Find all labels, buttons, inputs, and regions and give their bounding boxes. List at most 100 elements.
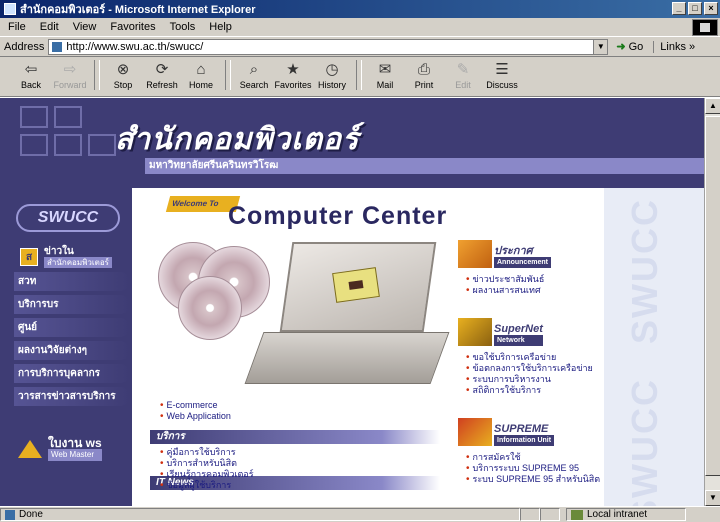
intranet-zone-icon: [571, 509, 583, 520]
watermark-text: SWUCC: [624, 198, 665, 344]
print-button[interactable]: ⎙ Print: [405, 60, 443, 90]
services-header: บริการ: [150, 430, 440, 444]
toolbar-label: Print: [414, 80, 434, 90]
scroll-down-icon[interactable]: ▼: [705, 490, 720, 506]
supreme-link[interactable]: ระบบ SUPREME 95 สำหรับนิสิต: [466, 474, 601, 485]
print-icon: ⎙: [417, 61, 430, 78]
menu-tools[interactable]: Tools: [170, 21, 196, 33]
supreme-link[interactable]: การสมัครใช้: [466, 452, 600, 463]
search-button[interactable]: ⌕ Search: [235, 60, 273, 90]
it-news-link[interactable]: Web Application: [160, 411, 231, 422]
history-icon: ◷: [325, 61, 339, 78]
menu-edit[interactable]: Edit: [40, 21, 59, 33]
edit-button[interactable]: ✎ Edit: [444, 60, 482, 90]
service-link[interactable]: เรียนรู้การคอมพิวเตอร์: [160, 469, 254, 480]
toolbar-label: Refresh: [146, 80, 178, 90]
nav-item-3[interactable]: ศูนย์: [14, 318, 130, 337]
toolbar-label: Back: [20, 80, 41, 90]
discuss-icon: ☰: [495, 61, 509, 78]
stop-button[interactable]: ⊗ Stop: [104, 60, 142, 90]
address-input[interactable]: http://www.swu.ac.th/swucc/ ▼: [48, 38, 609, 55]
supernet-link[interactable]: ขอใช้บริการเครือข่าย: [466, 352, 593, 363]
mail-icon: ✉: [378, 61, 392, 78]
page-icon: [52, 41, 63, 52]
menu-help[interactable]: Help: [209, 21, 232, 33]
grid-logo-icon: [20, 106, 120, 178]
chevron-down-icon[interactable]: ▼: [593, 39, 608, 54]
supreme-header[interactable]: SUPREME Information Unit: [458, 418, 555, 446]
history-button[interactable]: ◷ History: [313, 60, 351, 90]
supreme-link[interactable]: บริการระบบ SUPREME 95: [466, 463, 600, 474]
news-label: ข่าวใน: [44, 246, 74, 257]
supernet-link[interactable]: ข้อตกลงการใช้บริการเครือข่าย: [466, 363, 593, 374]
maximize-button[interactable]: □: [688, 2, 702, 15]
supernet-links: ขอใช้บริการเครือข่าย ข้อตกลงการใช้บริการ…: [466, 352, 593, 396]
status-bar: Done Local intranet: [0, 506, 720, 522]
announcement-link[interactable]: ผลงานสารสนเทศ: [466, 285, 544, 296]
supernet-title: SuperNet: [494, 323, 543, 335]
nav-list: สวท บริการบร ศูนย์ ผลงานวิจัยต่างๆ การบร…: [14, 272, 130, 410]
site-header: สำนักคอมพิวเตอร์ มหาวิทยาลัยศรีนครินทรวิ…: [0, 98, 704, 188]
nav-item-6[interactable]: วารสารข่าวสารบริการ: [14, 387, 130, 406]
news-sub: สำนักคอมพิวเตอร์: [44, 257, 112, 268]
cd-icon: [178, 276, 242, 340]
webmaster-label: ใบงาน ws: [48, 436, 102, 450]
service-link[interactable]: ข้อมูลผู้ใช้บริการ: [160, 480, 254, 491]
scroll-up-icon[interactable]: ▲: [705, 98, 720, 114]
go-button[interactable]: ➜ Go: [616, 40, 643, 54]
toolbar-label: Discuss: [486, 80, 518, 90]
scroll-thumb[interactable]: [705, 116, 720, 476]
forward-button[interactable]: ⇨ Forward: [51, 60, 89, 90]
service-link[interactable]: คู่มือการใช้บริการ: [160, 447, 254, 458]
forward-arrow-icon: ⇨: [63, 61, 77, 78]
discuss-button[interactable]: ☰ Discuss: [483, 60, 521, 90]
toolbar-separator: [225, 60, 231, 90]
it-news-link[interactable]: E-commerce: [160, 400, 231, 411]
right-watermark-strip: SWUCC SWUCC: [604, 188, 704, 506]
announcement-link[interactable]: ข่าวประชาสัมพันธ์: [466, 274, 545, 285]
menu-file[interactable]: File: [8, 21, 26, 33]
laptop-keyboard-icon: [244, 332, 450, 384]
toolbar-separator: [94, 60, 100, 90]
supernet-header[interactable]: SuperNet Network: [458, 318, 543, 346]
windows-logo-icon: [692, 19, 718, 36]
home-button[interactable]: ⌂ Home: [182, 60, 220, 90]
minimize-button[interactable]: _: [672, 2, 686, 15]
webmaster-link[interactable]: ใบงาน ws Web Master: [18, 434, 128, 464]
favorites-icon: ★: [286, 61, 300, 78]
swucc-logo[interactable]: SWUCC: [16, 204, 120, 232]
announcement-title: ประกาศ: [494, 245, 533, 257]
announcement-header[interactable]: ประกาศ Announcement: [458, 240, 551, 268]
toolbar-label: History: [317, 80, 346, 90]
supernet-link[interactable]: ระบบการบริหารงาน: [466, 374, 593, 385]
vertical-scrollbar[interactable]: ▲ ▼: [704, 98, 720, 506]
nav-item-1[interactable]: สวท: [14, 272, 130, 291]
page-done-icon: [5, 509, 15, 520]
announcement-sub: Announcement: [494, 257, 551, 268]
nav-item-5[interactable]: การบริการบุคลากร: [14, 364, 130, 383]
hero-image: [158, 238, 450, 408]
watermark-text: SWUCC: [624, 378, 665, 506]
close-button[interactable]: ×: [704, 2, 718, 15]
services-links: คู่มือการใช้บริการ บริการสำหรับนิสิต เรี…: [160, 447, 254, 491]
triangle-logo-icon: [18, 440, 42, 458]
nav-item-4[interactable]: ผลงานวิจัยต่างๆ: [14, 341, 130, 360]
supernet-link[interactable]: สถิติการใช้บริการ: [466, 385, 593, 396]
menu-favorites[interactable]: Favorites: [110, 21, 155, 33]
back-button[interactable]: ⇦ Back: [12, 60, 50, 90]
address-label: Address: [4, 40, 45, 53]
home-icon: ⌂: [196, 61, 206, 78]
edit-icon: ✎: [456, 61, 470, 78]
address-url: http://www.swu.ac.th/swucc/: [66, 40, 204, 53]
search-icon: ⌕: [249, 61, 259, 78]
refresh-button[interactable]: ⟳ Refresh: [143, 60, 181, 90]
supreme-icon: [458, 418, 492, 446]
favorites-button[interactable]: ★ Favorites: [274, 60, 312, 90]
nav-item-2[interactable]: บริการบร: [14, 295, 130, 314]
service-link[interactable]: บริการสำหรับนิสิต: [160, 458, 254, 469]
standard-toolbar: ⇦ Back ⇨ Forward ⊗ Stop ⟳ Refresh ⌂ Home ⌕ Search ★ F…: [0, 57, 720, 97]
news-button[interactable]: ส ข่าวใน สำนักคอมพิวเตอร์: [20, 244, 128, 270]
links-button[interactable]: Links »: [653, 40, 695, 53]
menu-view[interactable]: View: [73, 21, 97, 33]
mail-button[interactable]: ✉ Mail: [366, 60, 404, 90]
